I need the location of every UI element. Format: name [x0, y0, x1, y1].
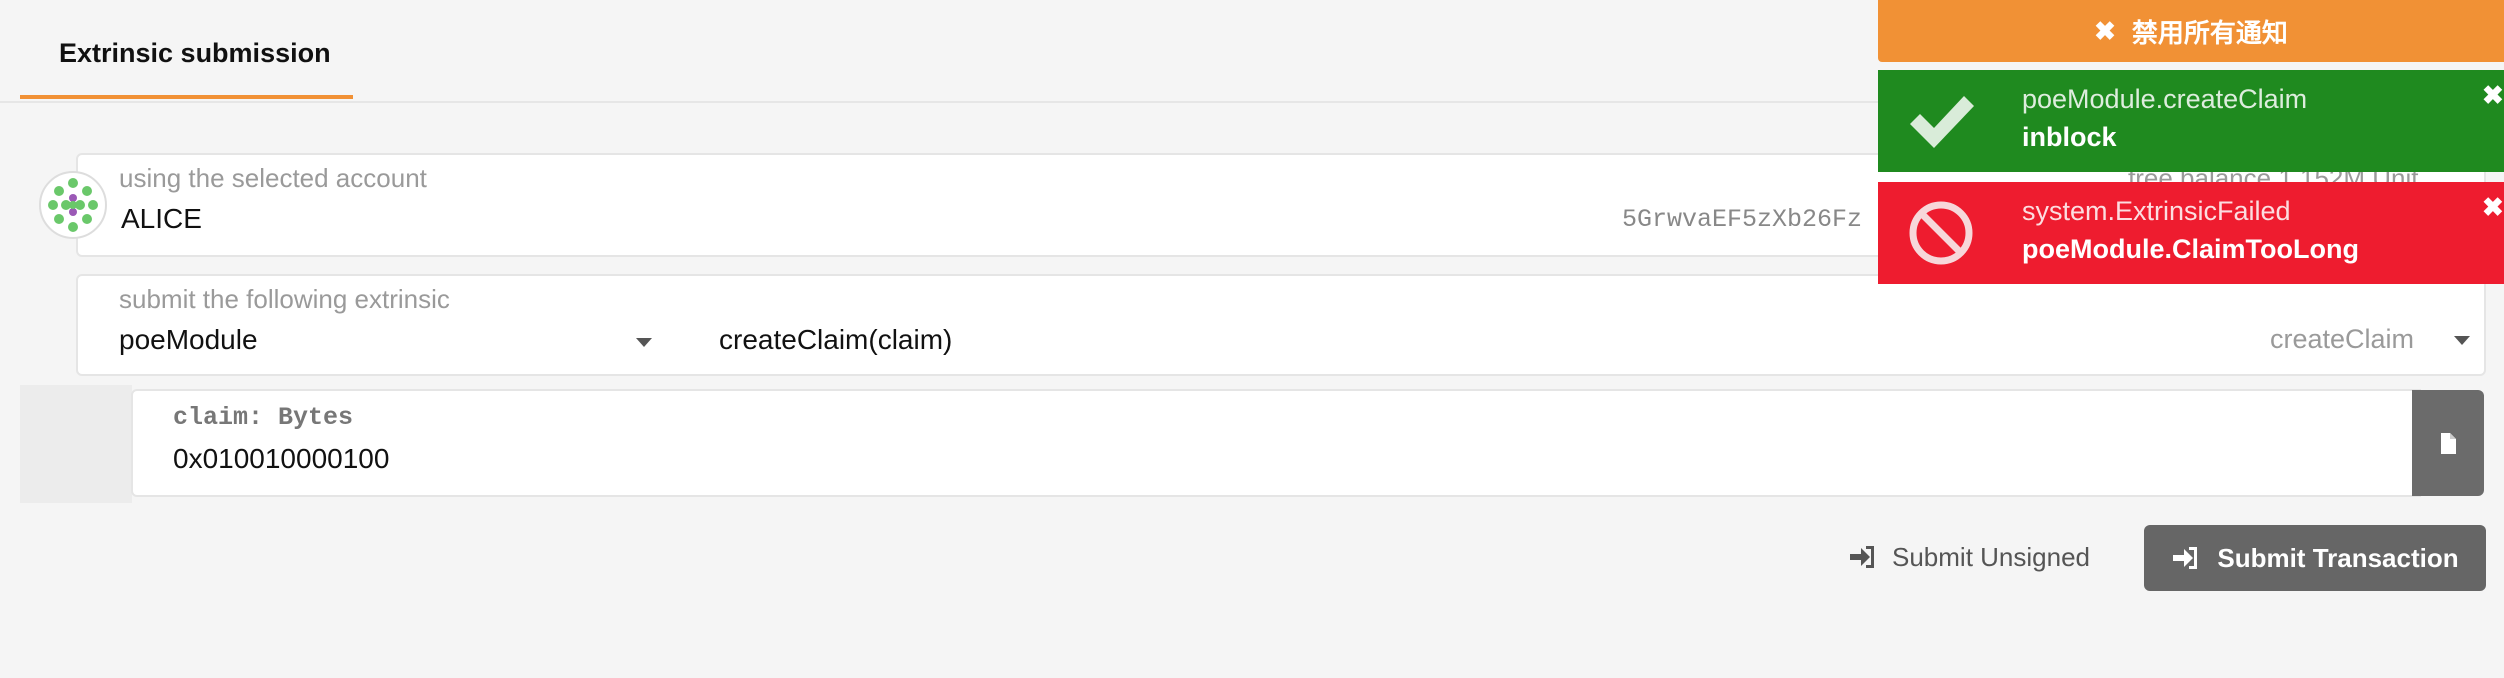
avatar	[39, 171, 107, 239]
identicon-icon	[48, 178, 98, 232]
extrinsic-label: submit the following extrinsic	[119, 284, 450, 314]
module-chevron-down-icon[interactable]	[636, 338, 652, 347]
account-label: using the selected account	[119, 163, 427, 193]
close-icon[interactable]: ✖	[2482, 82, 2504, 108]
notification-title: poeModule.createClaim	[2022, 84, 2308, 114]
param-label: claim: Bytes	[173, 403, 354, 432]
notification-title: system.ExtrinsicFailed	[2022, 196, 2291, 226]
sign-in-icon	[1850, 546, 1874, 568]
submit-unsigned-button[interactable]: Submit Unsigned	[1848, 534, 2090, 580]
call-select[interactable]: createClaim(claim)	[719, 324, 952, 356]
notification-status: poeModule.ClaimTooLong	[2022, 234, 2359, 264]
module-select[interactable]: poeModule	[119, 324, 258, 356]
close-icon[interactable]: ✖	[2482, 194, 2504, 220]
blocked-icon	[1909, 201, 1973, 265]
submit-transaction-label: Submit Transaction	[2217, 542, 2459, 573]
dismiss-all-label: 禁用所有通知	[2131, 17, 2288, 48]
notification-success: poeModule.createClaim inblock ✖	[1878, 70, 2504, 172]
method-name: createClaim	[2270, 324, 2415, 354]
account-address: 5GrwvaEF5zXb26Fz	[1622, 205, 1863, 234]
claim-input[interactable]: 0x010010000100	[173, 443, 389, 475]
account-name: ALICE	[121, 203, 202, 234]
file-upload-button[interactable]	[2412, 390, 2484, 496]
notification-error: system.ExtrinsicFailed poeModule.ClaimTo…	[1878, 182, 2504, 284]
tab-label: Extrinsic submission	[59, 38, 331, 68]
extrinsic-selector: submit the following extrinsic poeModule…	[76, 274, 2486, 376]
notification-status: inblock	[2022, 122, 2117, 152]
param-indent	[20, 385, 132, 503]
close-icon: ✖	[2094, 15, 2116, 46]
sign-in-icon	[2173, 547, 2198, 569]
file-icon	[2441, 433, 2456, 454]
call-chevron-down-icon[interactable]	[2454, 336, 2470, 345]
claim-param[interactable]: claim: Bytes 0x010010000100	[131, 389, 2421, 497]
check-icon	[1910, 96, 1974, 148]
dismiss-all-notifications[interactable]: ✖ 禁用所有通知	[1878, 0, 2504, 62]
tab-extrinsic-submission[interactable]: Extrinsic submission	[20, 0, 353, 99]
submit-transaction-button[interactable]: Submit Transaction	[2144, 525, 2486, 591]
submit-unsigned-label: Submit Unsigned	[1892, 541, 2090, 572]
